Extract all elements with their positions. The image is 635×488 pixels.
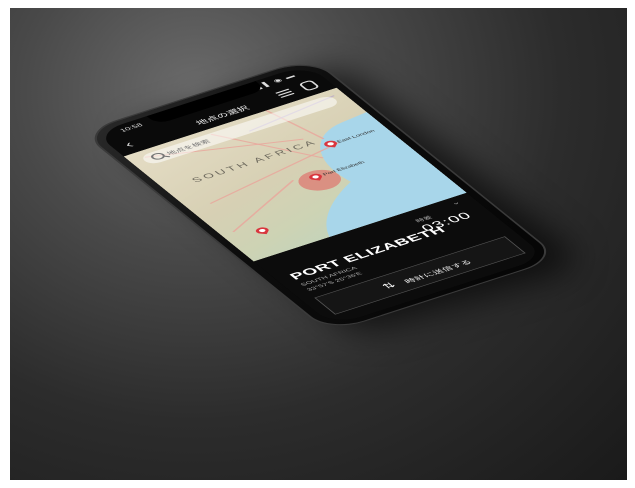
phone-screen: 10:58 ▌▌ ◉ ▬ ‹ 地点の選択 SOUTH AFRICA Port E… (94, 64, 547, 326)
phone-body: 10:58 ▌▌ ◉ ▬ ‹ 地点の選択 SOUTH AFRICA Port E… (83, 58, 558, 332)
list-menu-icon[interactable] (275, 88, 295, 98)
back-chevron-icon[interactable]: ‹ (120, 139, 138, 151)
send-to-watch-label: 時計に送信する (403, 259, 475, 285)
search-icon (148, 151, 168, 161)
sync-icon: ⇅ (379, 280, 399, 291)
phone-mockup: 10:58 ▌▌ ◉ ▬ ‹ 地点の選択 SOUTH AFRICA Port E… (65, 58, 558, 438)
watch-icon[interactable] (297, 79, 321, 92)
background: 10:58 ▌▌ ◉ ▬ ‹ 地点の選択 SOUTH AFRICA Port E… (10, 8, 627, 480)
chevron-down-icon[interactable]: ⌄ (449, 200, 463, 207)
